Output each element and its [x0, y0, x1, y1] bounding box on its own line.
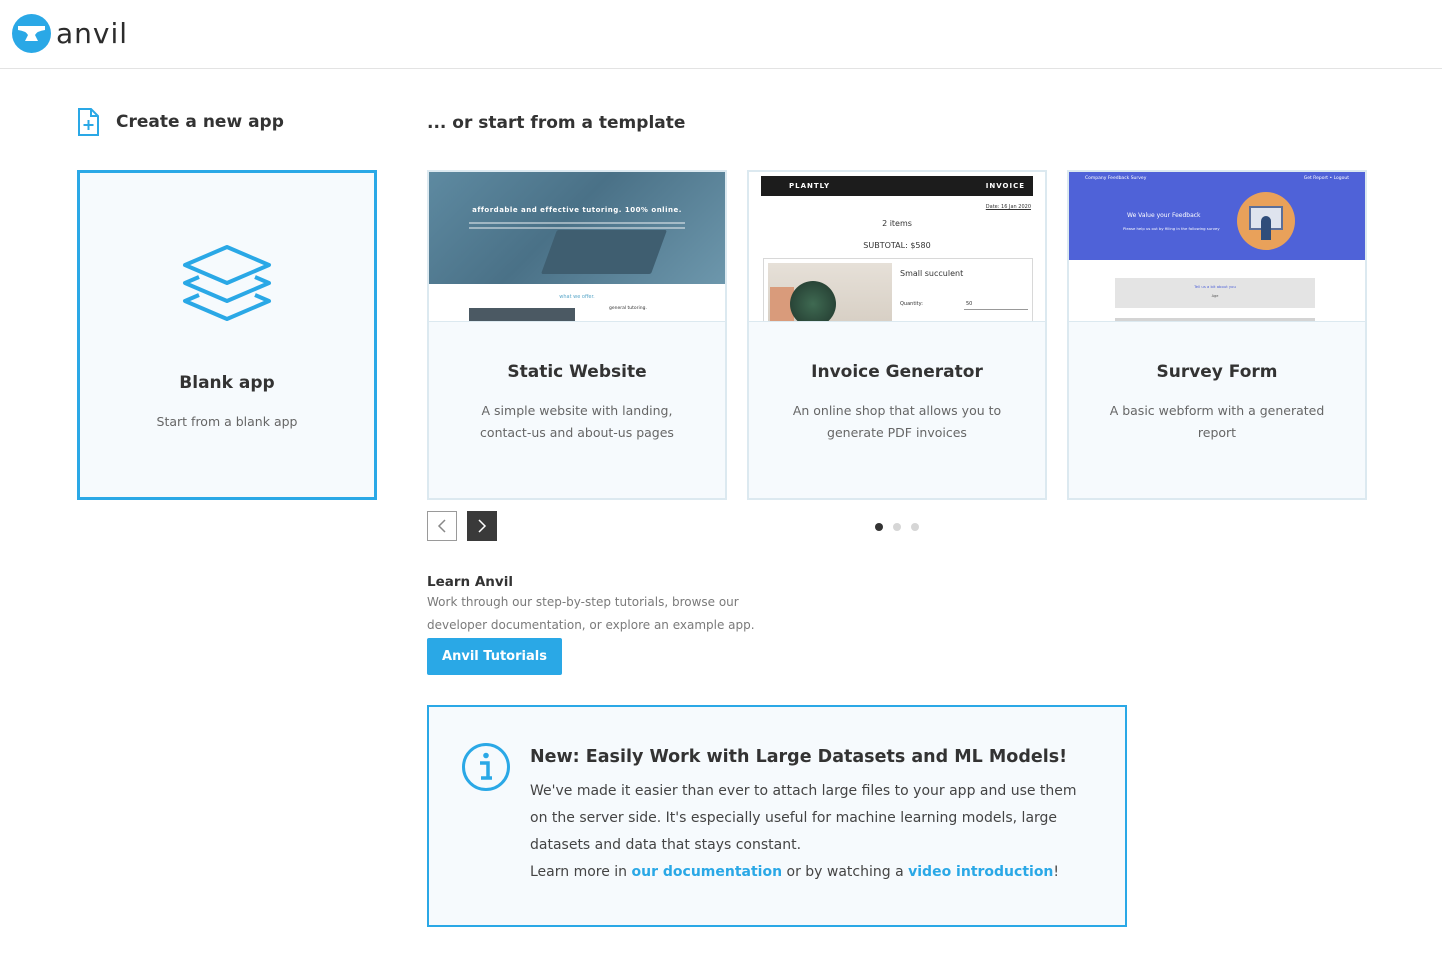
notice-learn-more: Learn more in our documentation or by wa…: [530, 864, 1059, 880]
carousel-next-button[interactable]: [467, 511, 497, 541]
template-card-static-website[interactable]: affordable and effective tutoring. 100% …: [427, 170, 727, 500]
carousel-dot-2[interactable]: [893, 523, 901, 531]
survey-form-field: Age: [1211, 294, 1219, 298]
invoice-label: INVOICE: [985, 182, 1025, 190]
create-app-heading: Create a new app: [77, 108, 284, 136]
blank-app-title: Blank app: [179, 373, 275, 393]
quantity-value: 50: [966, 301, 973, 307]
thumbnail-hero-title: affordable and effective tutoring. 100% …: [472, 206, 682, 214]
template-title: Survey Form: [1156, 362, 1278, 382]
thumbnail-general-text: general tutoring.: [609, 306, 647, 311]
anvil-tutorials-button[interactable]: Anvil Tutorials: [427, 638, 562, 675]
logo-text: anvil: [56, 16, 129, 50]
template-card-invoice-generator[interactable]: PLANTLY INVOICE Date: 16 Jan 2020 2 item…: [747, 170, 1047, 500]
survey-form-title: Tell us a bit about you: [1194, 284, 1236, 289]
invoice-product-box: Small succulent Quantity: 50: [763, 258, 1033, 321]
template-description: A simple website with landing, contact-u…: [480, 403, 674, 440]
blank-app-card[interactable]: Blank app Start from a blank app: [77, 170, 377, 500]
video-introduction-link[interactable]: video introduction: [908, 864, 1053, 880]
thumbnail-text-line: [469, 227, 685, 229]
layers-icon: [183, 245, 271, 321]
survey-form-line: [1115, 318, 1315, 321]
anvil-logo-icon: [12, 14, 51, 53]
invoice-date: Date: 16 Jan 2020: [985, 204, 1031, 210]
template-thumbnail: affordable and effective tutoring. 100% …: [429, 172, 725, 322]
survey-form-preview: Tell us a bit about you Age: [1115, 278, 1315, 308]
product-name: Small succulent: [900, 269, 964, 278]
learn-more-prefix: Learn more in: [530, 864, 632, 880]
new-file-icon: [78, 108, 99, 136]
template-title: Invoice Generator: [811, 362, 983, 382]
survey-topbar-title: Company Feedback Survey: [1085, 176, 1147, 181]
thumbnail-offer-text: what we offer.: [559, 294, 595, 300]
survey-hero-subtitle: Please help us out by filling in the fol…: [1123, 226, 1220, 231]
survey-hero-title: We Value your Feedback: [1127, 212, 1201, 219]
product-photo: [768, 263, 892, 321]
invoice-subtotal: SUBTOTAL: $580: [863, 241, 931, 250]
carousel-pagination: [875, 523, 919, 531]
quantity-label: Quantity:: [900, 301, 923, 307]
invoice-items: 2 items: [882, 219, 912, 228]
learn-more-middle: or by watching a: [782, 864, 909, 880]
survey-person-illustration: [1261, 216, 1271, 240]
template-description: A basic webform with a generated report: [1109, 403, 1325, 440]
template-title: Static Website: [507, 362, 647, 382]
laptop-image: [540, 230, 668, 274]
feature-notice: New: Easily Work with Large Datasets and…: [427, 705, 1127, 927]
invoice-brand: PLANTLY: [789, 182, 831, 190]
template-heading: ... or start from a template: [427, 113, 685, 133]
carousel-dot-1[interactable]: [875, 523, 883, 531]
thumbnail-hero: affordable and effective tutoring. 100% …: [429, 172, 725, 284]
carousel-dot-3[interactable]: [911, 523, 919, 531]
survey-topbar-links: Get Report • Logout: [1303, 176, 1349, 181]
thumbnail-text-line: [469, 222, 685, 224]
carousel-prev-button[interactable]: [427, 511, 457, 541]
template-thumbnail: PLANTLY INVOICE Date: 16 Jan 2020 2 item…: [749, 172, 1045, 322]
chevron-left-icon: [437, 519, 446, 533]
learn-anvil-description: Work through our step-by-step tutorials,…: [427, 595, 755, 632]
notice-title: New: Easily Work with Large Datasets and…: [530, 747, 1068, 767]
survey-hero: Company Feedback Survey Get Report • Log…: [1069, 172, 1365, 260]
documentation-link[interactable]: our documentation: [632, 864, 783, 880]
learn-anvil-title: Learn Anvil: [427, 574, 513, 590]
template-heading-label: ... or start from a template: [427, 113, 686, 133]
quantity-underline: [964, 309, 1028, 310]
create-app-label: Create a new app: [116, 112, 284, 132]
top-bar: anvil: [0, 0, 1442, 69]
learn-more-suffix: !: [1053, 864, 1060, 880]
template-card-survey-form[interactable]: Company Feedback Survey Get Report • Log…: [1067, 170, 1367, 500]
template-description: An online shop that allows you to genera…: [792, 403, 1002, 440]
notice-body: We've made it easier than ever to attach…: [530, 783, 1077, 853]
thumbnail-photo: [469, 308, 575, 321]
info-icon: [462, 743, 510, 791]
invoice-header-bar: PLANTLY INVOICE: [761, 176, 1033, 196]
template-thumbnail: Company Feedback Survey Get Report • Log…: [1069, 172, 1365, 322]
succulent-image: [790, 281, 836, 321]
blank-app-subtitle: Start from a blank app: [156, 414, 298, 429]
chevron-right-icon: [478, 519, 487, 533]
anvil-logo[interactable]: anvil: [12, 14, 128, 53]
